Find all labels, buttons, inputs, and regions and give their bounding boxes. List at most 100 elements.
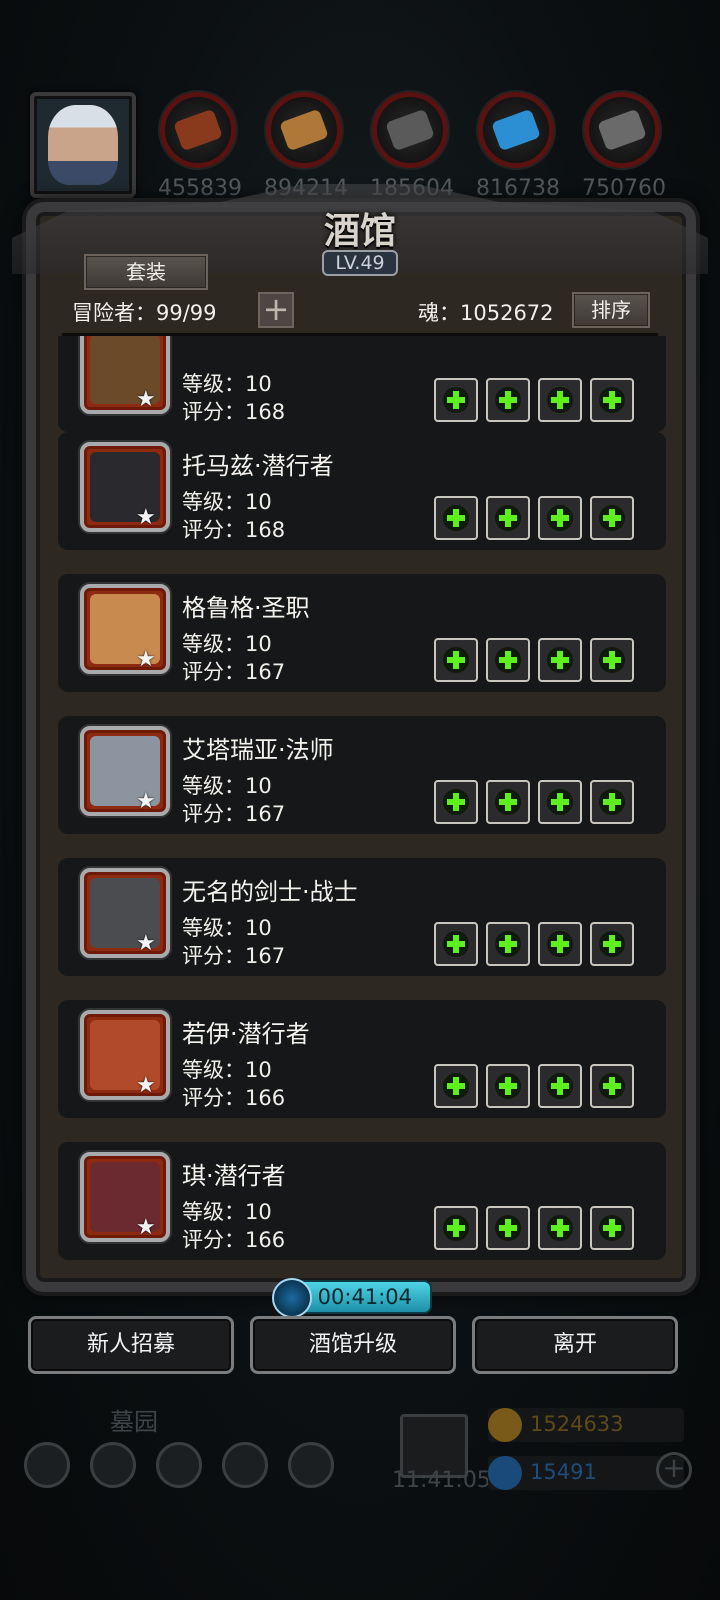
hero-level: 等级：10 [182, 490, 272, 514]
hero-level: 等级：10 [182, 774, 272, 798]
hero-name: 若伊·潜行者 [182, 1020, 310, 1048]
resource-value: 750760 [582, 176, 666, 201]
plus-icon [547, 647, 573, 673]
accessory-slot-button[interactable] [538, 638, 582, 682]
accessory-slot-button[interactable] [538, 496, 582, 540]
plus-icon [599, 1073, 625, 1099]
plus-icon [547, 387, 573, 413]
accessory-slot-button[interactable] [538, 378, 582, 422]
player-avatar[interactable] [30, 92, 136, 198]
weapon-slot-button[interactable] [434, 1064, 478, 1108]
hero-level: 等级：10 [182, 632, 272, 656]
soul-count: 魂：1052672 [418, 301, 554, 325]
accessory-slot-button[interactable] [590, 922, 634, 966]
settings-icon[interactable] [24, 1442, 70, 1488]
recruit-button[interactable]: 新人招募 [28, 1316, 234, 1374]
hero-score: 评分：167 [182, 944, 286, 968]
hero-portrait[interactable]: ★ [80, 1010, 170, 1100]
mail-icon[interactable] [222, 1442, 268, 1488]
plus-icon [599, 505, 625, 531]
plus-icon [443, 505, 469, 531]
tavern-level-badge: LV.49 [322, 250, 398, 276]
armor-slot-button[interactable] [486, 378, 530, 422]
accessory-slot-button[interactable] [538, 1064, 582, 1108]
armor-slot-button[interactable] [486, 780, 530, 824]
weapon-slot-button[interactable] [434, 378, 478, 422]
plus-icon [443, 789, 469, 815]
accessory-slot-button[interactable] [538, 780, 582, 824]
add-currency-button[interactable]: + [656, 1452, 692, 1488]
iron-icon [372, 92, 448, 168]
hero-portrait[interactable]: ★ [80, 1152, 170, 1242]
hero-row[interactable]: ★ 托马兹·潜行者 等级：10 评分：168 [58, 432, 666, 550]
gem-value: 15491 [530, 1460, 597, 1484]
weapon-slot-button[interactable] [434, 496, 478, 540]
plus-icon [599, 789, 625, 815]
adventurer-count: 冒险者：99/99 [72, 301, 217, 325]
star-icon: ★ [136, 1215, 156, 1240]
guild-icon[interactable] [156, 1442, 202, 1488]
sort-button[interactable]: 排序 [572, 292, 650, 328]
clock-icon [272, 1278, 312, 1318]
upgrade-tavern-button[interactable]: 酒馆升级 [250, 1316, 456, 1374]
weapon-slot-button[interactable] [434, 1206, 478, 1250]
hero-list[interactable]: ★ 等级：10 评分：168 ★ 托马兹·潜行者 等级：10 评分：168 ★ … [56, 336, 666, 1268]
graveyard-label: 墓园 [110, 1408, 158, 1436]
hero-score: 评分：166 [182, 1086, 286, 1110]
set-button[interactable]: 套装 [84, 254, 208, 290]
leave-button[interactable]: 离开 [472, 1316, 678, 1374]
plus-icon [495, 1215, 521, 1241]
accessory-slot-button[interactable] [538, 922, 582, 966]
hero-score: 评分：167 [182, 802, 286, 826]
plus-icon [547, 789, 573, 815]
hero-portrait[interactable]: ★ [80, 336, 170, 414]
steel-icon [584, 92, 660, 168]
accessory-slot-button[interactable] [538, 1206, 582, 1250]
accessory-slot-button[interactable] [590, 1206, 634, 1250]
resource-crystal: 816738 [476, 92, 560, 201]
hero-row[interactable]: ★ 琪·潜行者 等级：10 评分：166 [58, 1142, 666, 1260]
gold-counter: 1524633 [488, 1408, 684, 1442]
hero-row[interactable]: ★ 等级：10 评分：168 [58, 336, 666, 432]
armor-slot-button[interactable] [486, 1064, 530, 1108]
armor-slot-button[interactable] [486, 1206, 530, 1250]
plus-icon [495, 1073, 521, 1099]
plus-icon [495, 931, 521, 957]
plus-icon [495, 505, 521, 531]
resource-value: 894214 [264, 176, 348, 201]
weapon-slot-button[interactable] [434, 638, 478, 682]
hero-name: 琪·潜行者 [182, 1162, 286, 1190]
accessory-slot-button[interactable] [590, 1064, 634, 1108]
hero-portrait[interactable]: ★ [80, 868, 170, 958]
plus-icon [495, 387, 521, 413]
shop-icon[interactable] [288, 1442, 334, 1488]
armor-slot-button[interactable] [486, 496, 530, 540]
meat-icon [160, 92, 236, 168]
weapon-slot-button[interactable] [434, 922, 478, 966]
plus-icon [495, 647, 521, 673]
plus-icon [495, 789, 521, 815]
accessory-slot-button[interactable] [590, 378, 634, 422]
hero-row[interactable]: ★ 无名的剑士·战士 等级：10 评分：167 [58, 858, 666, 976]
hero-row[interactable]: ★ 格鲁格·圣职 等级：10 评分：167 [58, 574, 666, 692]
plus-icon [547, 505, 573, 531]
armor-slot-button[interactable] [486, 638, 530, 682]
crystal-icon [478, 92, 554, 168]
resource-bar: 455839 894214 185604 816738 750760 [0, 88, 720, 201]
hero-portrait[interactable]: ★ [80, 584, 170, 674]
quest-icon[interactable] [90, 1442, 136, 1488]
weapon-slot-button[interactable] [434, 780, 478, 824]
add-slot-button[interactable]: + [258, 292, 294, 328]
accessory-slot-button[interactable] [590, 780, 634, 824]
armor-slot-button[interactable] [486, 922, 530, 966]
plus-icon [443, 1073, 469, 1099]
hero-portrait[interactable]: ★ [80, 726, 170, 816]
hero-level: 等级：10 [182, 372, 272, 396]
hero-portrait[interactable]: ★ [80, 442, 170, 532]
hero-row[interactable]: ★ 艾塔瑞亚·法师 等级：10 评分：167 [58, 716, 666, 834]
star-icon: ★ [136, 789, 156, 814]
hero-row[interactable]: ★ 若伊·潜行者 等级：10 评分：166 [58, 1000, 666, 1118]
accessory-slot-button[interactable] [590, 638, 634, 682]
gold-value: 1524633 [530, 1412, 624, 1436]
accessory-slot-button[interactable] [590, 496, 634, 540]
